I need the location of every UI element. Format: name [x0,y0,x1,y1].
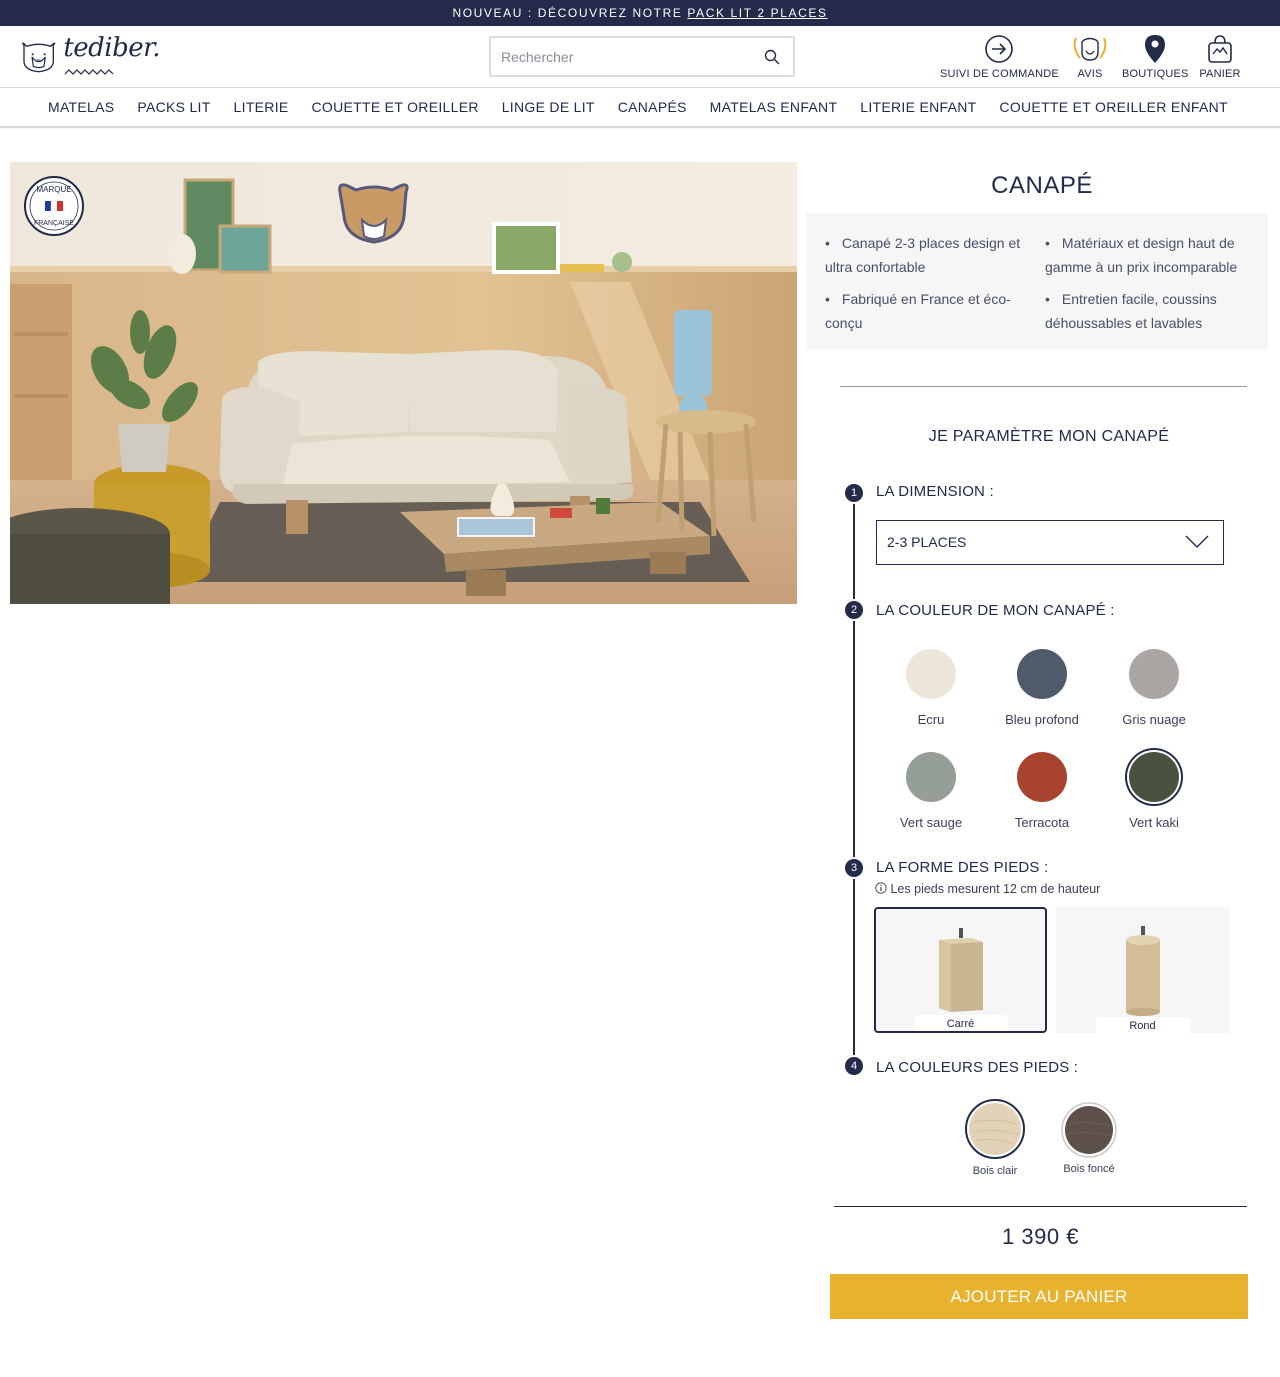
order-tracking-label: SUIVI DE COMMANDE [940,68,1059,80]
order-tracking-link[interactable]: SUIVI DE COMMANDE [940,34,1059,84]
cart-link[interactable]: PANIER [1198,34,1242,84]
leg-color-bois-clair[interactable]: Bois clair [961,1098,1029,1177]
step-4-number: 4 [845,1057,863,1075]
color-dot [1129,649,1179,699]
leg-note: Les pieds mesurent 12 cm de hauteur [875,882,1100,896]
feature-list: Canapé 2-3 places design et ultra confor… [806,213,1268,350]
step-4-label: LA COULEURS DES PIEDS : [876,1059,1079,1076]
announcement-text: NOUVEAU : DÉCOUVREZ NOTRE [452,6,688,20]
step-1-number: 1 [845,484,863,502]
add-to-cart-button[interactable]: AJOUTER AU PANIER [830,1274,1248,1319]
stores-link[interactable]: BOUTIQUES [1122,34,1188,84]
color-dot [906,649,956,699]
color-swatch-vert-kaki[interactable]: Vert kaki [1094,752,1214,830]
color-dot-selected [1129,752,1179,802]
round-leg-icon [1125,926,1160,1016]
color-name: Vert kaki [1129,815,1179,830]
logo[interactable]: tediber. [20,33,160,81]
logo-wordmark: tediber. [63,33,160,81]
feature-item: Fabriqué en France et éco-conçu [825,287,1045,335]
step-timeline [853,492,855,1066]
leg-shape-label: Carré [913,1015,1008,1031]
color-name: Terracota [1014,815,1070,830]
nav-item-packs-lit[interactable]: PACKS LIT [137,99,210,115]
color-name: Gris nuage [1122,712,1186,727]
dimension-select[interactable]: 2-3 PLACES [876,520,1224,565]
divider [840,386,1247,387]
search-icon[interactable] [763,48,781,66]
leg-note-text: Les pieds mesurent 12 cm de hauteur [890,882,1101,896]
leg-shape-label: Rond [1095,1017,1190,1033]
bear-laurel-icon [1073,37,1107,61]
cart-label: PANIER [1199,68,1241,80]
step-2-number: 2 [845,601,863,619]
color-dot [906,752,956,802]
nav-item-linge-de-lit[interactable]: LINGE DE LIT [502,99,595,115]
leg-shape-square[interactable]: Carré [874,907,1047,1033]
nav-item-matelas[interactable]: MATELAS [48,99,114,115]
logo-wave-icon [64,69,114,75]
nav-item-literie-enfant[interactable]: LITERIE ENFANT [860,99,976,115]
leg-color-name: Bois clair [972,1165,1018,1177]
stores-label: BOUTIQUES [1122,68,1189,80]
step-2-label: LA COULEUR DE MON CANAPÉ : [876,602,1115,619]
nav-item-couette-oreiller[interactable]: COUETTE ET OREILLER [312,99,479,115]
info-icon [875,882,887,894]
product-price: 1 390 € [1002,1224,1079,1249]
step-3-label: LA FORME DES PIEDS : [876,859,1049,876]
color-dot [1017,649,1067,699]
announcement-bar: NOUVEAU : DÉCOUVREZ NOTRE PACK LIT 2 PLA… [0,0,1280,26]
square-leg-icon [938,928,983,1012]
color-swatch-gris-nuage[interactable]: Gris nuage [1094,649,1214,727]
feature-item: Canapé 2-3 places design et ultra confor… [825,231,1045,279]
wood-dark-swatch [1061,1102,1117,1158]
badge-top-text: MARQUE [36,185,71,194]
shopping-bag-icon [1208,35,1232,63]
announcement-link[interactable]: PACK LIT 2 PLACES [687,6,827,20]
feature-item: Entretien facile, coussins déhoussables … [1045,287,1265,335]
bear-logo-icon [21,42,56,73]
product-title: CANAPÉ [991,172,1093,199]
wood-light-swatch [965,1099,1025,1159]
configurator-title: JE PARAMÈTRE MON CANAPÉ [928,428,1170,445]
step-3-number: 3 [845,859,863,877]
divider [834,1206,1247,1207]
color-swatch-ecru[interactable]: Ecru [871,649,991,727]
main-nav: MATELAS PACKS LIT LITERIE COUETTE ET ORE… [0,88,1280,128]
site-header: tediber. SUIVI DE COMMANDE AVIS [0,26,1280,88]
dimension-value: 2-3 PLACES [887,534,967,550]
color-name: Ecru [917,712,945,727]
logo-text: tediber. [63,33,160,63]
chevron-down-icon [1185,535,1209,548]
color-swatch-vert-sauge[interactable]: Vert sauge [871,752,991,830]
nav-item-matelas-enfant[interactable]: MATELAS ENFANT [710,99,838,115]
nav-item-canapes[interactable]: CANAPÉS [618,99,687,115]
color-swatch-bleu-profond[interactable]: Bleu profond [982,649,1102,727]
search-input[interactable] [491,38,741,75]
map-pin-icon [1145,35,1165,63]
leg-color-name: Bois foncé [1063,1163,1115,1175]
product-image[interactable]: MARQUE FRANÇAISE [10,162,797,604]
sofa-scene-illustration: MARQUE FRANÇAISE [10,162,797,604]
arrow-right-circle-icon [985,35,1013,63]
feature-item: Matériaux et design haut de gamme à un p… [1045,231,1265,279]
search-box [489,36,795,77]
step-1-label: LA DIMENSION : [876,483,994,500]
leg-color-bois-fonce[interactable]: Bois foncé [1060,1102,1118,1175]
color-swatch-terracota[interactable]: Terracota [982,752,1102,830]
reviews-link[interactable]: AVIS [1068,34,1112,84]
color-name: Bleu profond [1005,712,1079,727]
nav-item-literie[interactable]: LITERIE [234,99,289,115]
color-dot [1017,752,1067,802]
reviews-label: AVIS [1077,68,1103,80]
nav-item-couette-oreiller-enfant[interactable]: COUETTE ET OREILLER ENFANT [999,99,1227,115]
color-name: Vert sauge [899,815,963,830]
badge-bottom-text: FRANÇAISE [34,220,74,227]
leg-shape-round[interactable]: Rond [1056,907,1229,1033]
